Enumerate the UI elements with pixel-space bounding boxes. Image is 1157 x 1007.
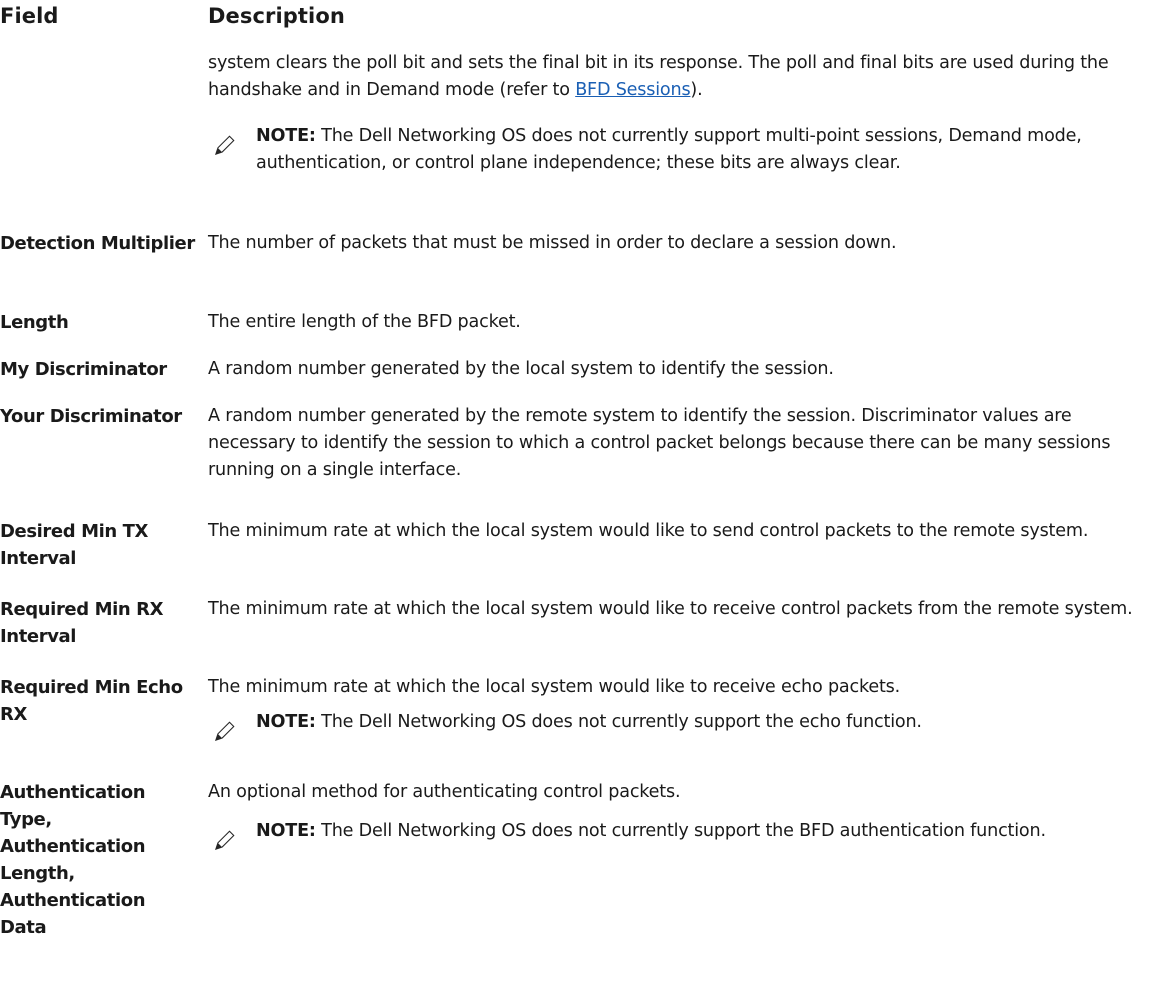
pencil-note-icon bbox=[215, 135, 235, 155]
column-header-description: Description bbox=[208, 4, 345, 28]
note-text: NOTE: The Dell Networking OS does not cu… bbox=[256, 712, 922, 732]
row-description: An optional method for authenticating co… bbox=[208, 779, 1150, 850]
row-description: The entire length of the BFD packet. bbox=[208, 312, 521, 332]
row-description: A random number generated by the local s… bbox=[208, 359, 834, 379]
row-field: Required Min Echo RX bbox=[0, 677, 183, 725]
row-description: The number of packets that must be misse… bbox=[208, 233, 897, 253]
bfd-sessions-link[interactable]: BFD Sessions bbox=[575, 80, 690, 100]
row-description: The minimum rate at which the local syst… bbox=[208, 521, 1089, 541]
row-description: The minimum rate at which the local syst… bbox=[208, 674, 1150, 741]
row-field: Length bbox=[0, 312, 69, 333]
document-page: Field Description system clears the poll… bbox=[0, 0, 1157, 1007]
row-field: Desired Min TX Interval bbox=[0, 521, 148, 569]
note-text: NOTE: The Dell Networking OS does not cu… bbox=[256, 126, 1082, 173]
row-field: Required Min RX Interval bbox=[0, 599, 164, 647]
row-description: A random number generated by the remote … bbox=[208, 406, 1111, 480]
row-field: Authentication Type, Authentication Leng… bbox=[0, 782, 146, 938]
pencil-note-icon bbox=[215, 721, 235, 741]
row-field: Detection Multiplier bbox=[0, 233, 195, 254]
column-header-field: Field bbox=[0, 4, 59, 28]
row-description: system clears the poll bit and sets the … bbox=[208, 50, 1150, 173]
row-field: Your Discriminator bbox=[0, 406, 182, 427]
row-description: The minimum rate at which the local syst… bbox=[208, 599, 1133, 619]
note-text: NOTE: The Dell Networking OS does not cu… bbox=[256, 821, 1046, 841]
row-field: My Discriminator bbox=[0, 359, 167, 380]
pencil-note-icon bbox=[215, 830, 235, 850]
